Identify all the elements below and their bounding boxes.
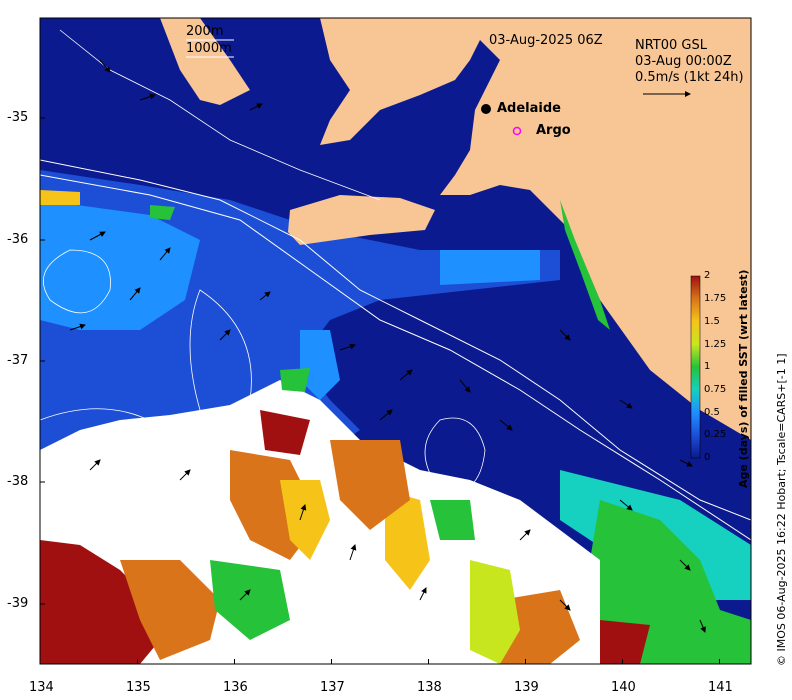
x-tick-label: 137 xyxy=(320,680,345,695)
colorbar-tick-label: 1.5 xyxy=(704,316,720,327)
product-name: NRT00 GSL xyxy=(635,38,707,53)
y-tick-label: -39 xyxy=(7,596,29,611)
colorbar-tick-label: 0.5 xyxy=(704,407,720,418)
place-label-adelaide: Adelaide xyxy=(497,101,561,116)
x-tick-label: 135 xyxy=(126,680,151,695)
timestamp-label: 03-Aug-2025 06Z xyxy=(489,33,603,48)
isobath-label-200m: 200m xyxy=(186,24,224,39)
colorbar-tick-label: 0 xyxy=(704,452,711,463)
product-time: 03-Aug 00:00Z xyxy=(635,54,732,69)
colorbar-tick-label: 1 xyxy=(704,361,711,372)
colorbar-tick-label: 0.25 xyxy=(704,429,727,440)
y-tick-label: -38 xyxy=(7,474,29,489)
y-tick-label: -37 xyxy=(7,353,29,368)
x-tick-label: 134 xyxy=(29,680,54,695)
colorbar xyxy=(690,275,701,459)
y-tick-label: -36 xyxy=(7,232,29,247)
x-tick-label: 136 xyxy=(223,680,248,695)
colorbar-tick-label: 1.75 xyxy=(704,293,727,304)
x-tick-label: 139 xyxy=(514,680,539,695)
colorbar-tick-label: 1.25 xyxy=(704,339,727,350)
vector-scale-label: 0.5m/s (1kt 24h) xyxy=(635,70,744,85)
ocean-age-0-5 xyxy=(440,250,540,285)
age-1-5-patch xyxy=(40,190,80,205)
age-1-patch xyxy=(280,368,310,392)
place-label-argo: Argo xyxy=(536,123,571,138)
colorbar-tick-label: 0.75 xyxy=(704,384,727,395)
x-tick-label: 140 xyxy=(611,680,636,695)
colorbar-tick-label: 2 xyxy=(704,270,711,281)
sst-age-map xyxy=(39,17,752,665)
isobath-label-1000m: 1000m xyxy=(186,41,232,56)
colorbar-title: Age (days) of filled SST (wrt latest) xyxy=(737,269,750,488)
credit-text: © IMOS 06-Aug-2025 16:22 Hobart; Tscale=… xyxy=(775,353,788,666)
y-tick-label: -35 xyxy=(7,110,29,125)
adelaide-marker xyxy=(481,104,491,114)
x-tick-label: 141 xyxy=(708,680,733,695)
x-tick-label: 138 xyxy=(417,680,442,695)
